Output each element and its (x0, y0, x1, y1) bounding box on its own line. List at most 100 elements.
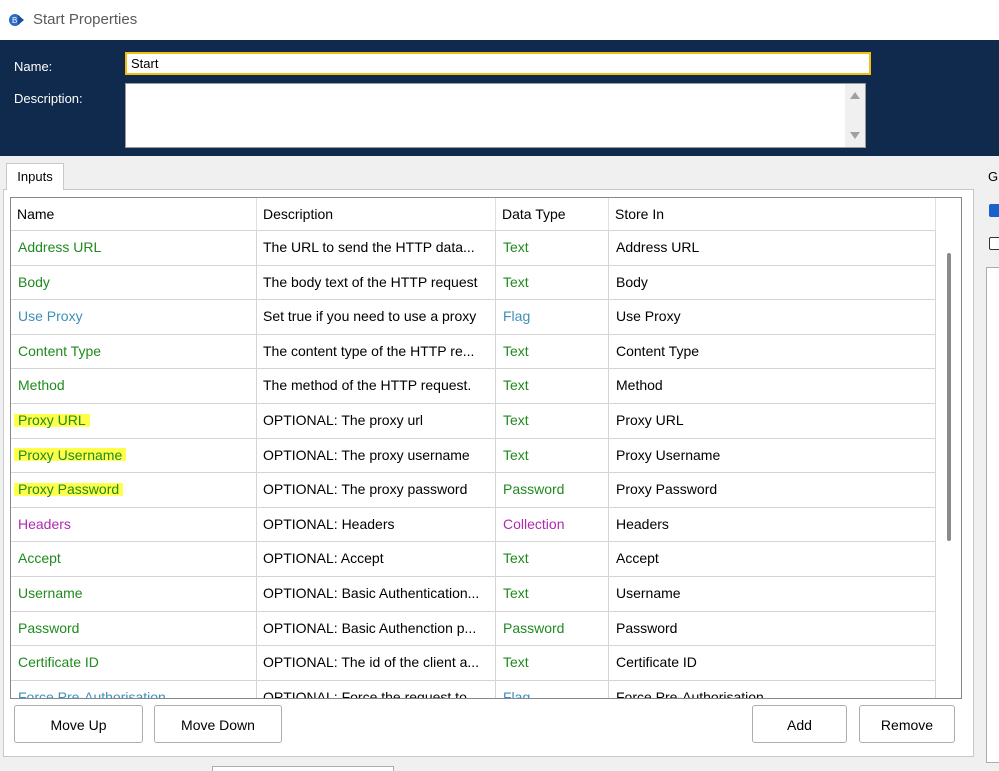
cell-store-in[interactable]: Content Type (609, 334, 936, 369)
cell-description[interactable]: OPTIONAL: Basic Authentication... (257, 576, 496, 611)
table-row[interactable]: Content Type The content type of the HTTP… (11, 334, 936, 370)
cell-store-in[interactable]: Certificate ID (609, 646, 936, 680)
scroll-up-icon[interactable] (850, 92, 860, 99)
tab-inputs[interactable]: Inputs (6, 163, 64, 190)
cell-data-type[interactable]: Password (496, 611, 609, 646)
cell-description-text: The body text of the HTTP request (263, 273, 478, 290)
cell-data-type[interactable]: Text (496, 334, 609, 369)
title-bar: B Start Properties (0, 0, 999, 40)
cell-store-in[interactable]: Body (609, 265, 936, 300)
description-field[interactable] (125, 83, 866, 148)
cell-name[interactable]: Method (11, 369, 257, 403)
right-list-box[interactable] (986, 267, 999, 763)
table-row[interactable]: Headers OPTIONAL: Headers Collection Header… (11, 507, 936, 543)
cell-data-type-text: Flag (503, 688, 531, 699)
table-row[interactable]: Address URL The URL to send the HTTP data… (11, 231, 936, 266)
cell-name[interactable]: Username (11, 576, 257, 611)
cell-description[interactable]: The content type of the HTTP re... (257, 334, 496, 369)
cell-description[interactable]: OPTIONAL: The id of the client a... (257, 646, 496, 680)
cell-description[interactable]: Set true if you need to use a proxy (257, 300, 496, 334)
cell-name[interactable]: Certificate ID (11, 646, 257, 680)
cell-store-in[interactable]: Method (609, 369, 936, 403)
checked-checkbox[interactable] (989, 204, 999, 217)
cell-name[interactable]: Password (11, 611, 257, 646)
grid-scrollbar[interactable] (937, 231, 961, 697)
cell-data-type[interactable]: Text (496, 231, 609, 265)
cell-description[interactable]: The URL to send the HTTP data... (257, 231, 496, 265)
cell-store-in[interactable]: Username (609, 576, 936, 611)
column-header-store-in[interactable]: Store In (609, 198, 936, 230)
cell-store-in[interactable]: Proxy Username (609, 438, 936, 473)
cell-description[interactable]: OPTIONAL: The proxy password (257, 473, 496, 507)
cell-name[interactable]: Body (11, 265, 257, 300)
move-down-button[interactable]: Move Down (154, 705, 282, 743)
table-row[interactable]: Certificate ID OPTIONAL: The id of the cl… (11, 646, 936, 681)
grid-scrollbar-thumb[interactable] (947, 253, 951, 541)
remove-button[interactable]: Remove (859, 705, 955, 743)
cell-store-in[interactable]: Address URL (609, 231, 936, 265)
cell-data-type[interactable]: Text (496, 542, 609, 576)
unchecked-checkbox[interactable] (989, 237, 999, 250)
scroll-down-icon[interactable] (850, 132, 860, 139)
move-up-button[interactable]: Move Up (14, 705, 143, 743)
column-header-data-type[interactable]: Data Type (496, 198, 609, 230)
cell-name[interactable]: Proxy Username (11, 438, 257, 473)
cell-store-in[interactable]: Password (609, 611, 936, 646)
cell-data-type[interactable]: Flag (496, 680, 609, 699)
cell-store-in[interactable]: Force Pre-Authorisation (609, 680, 936, 698)
cell-name-text: Accept (18, 550, 61, 567)
cell-name[interactable]: Headers (11, 507, 257, 542)
cell-store-in-text: Certificate ID (616, 654, 697, 671)
cell-description[interactable]: OPTIONAL: Headers (257, 507, 496, 542)
cell-data-type[interactable]: Password (496, 473, 609, 507)
cell-store-in[interactable]: Proxy URL (609, 403, 936, 438)
table-row[interactable]: Username OPTIONAL: Basic Authentication..… (11, 576, 936, 612)
description-scrollbar[interactable] (845, 84, 865, 147)
cell-store-in[interactable]: Accept (609, 542, 936, 576)
cell-store-in[interactable]: Headers (609, 507, 936, 542)
cell-name[interactable]: Use Proxy (11, 300, 257, 334)
add-button[interactable]: Add (752, 705, 847, 743)
column-header-name[interactable]: Name (11, 198, 257, 230)
cell-name-text: Proxy Username (14, 446, 127, 463)
table-row[interactable]: Method The method of the HTTP request. Tex… (11, 369, 936, 404)
cell-store-in[interactable]: Proxy Password (609, 473, 936, 507)
cell-data-type[interactable]: Text (496, 646, 609, 680)
cell-name[interactable]: Proxy Password (11, 473, 257, 507)
cell-description[interactable]: OPTIONAL: The proxy url (257, 403, 496, 438)
cell-description-text: OPTIONAL: The id of the client a... (263, 654, 480, 671)
table-row[interactable]: Use Proxy Set true if you need to use a p… (11, 300, 936, 335)
table-row[interactable]: Body The body text of the HTTP request Tex… (11, 265, 936, 301)
table-row[interactable]: Proxy Password OPTIONAL: The proxy passwo… (11, 473, 936, 508)
cell-description[interactable]: OPTIONAL: The proxy username (257, 438, 496, 473)
cell-data-type[interactable]: Flag (496, 300, 609, 334)
cell-description[interactable]: The method of the HTTP request. (257, 369, 496, 403)
cell-description[interactable]: The body text of the HTTP request (257, 265, 496, 300)
table-row[interactable]: Force Pre-Authorisation OPTIONAL: Force t… (11, 680, 936, 699)
cell-name[interactable]: Force Pre-Authorisation (11, 680, 257, 698)
cell-data-type[interactable]: Text (496, 265, 609, 300)
cell-data-type[interactable]: Text (496, 403, 609, 438)
table-row[interactable]: Proxy Username OPTIONAL: The proxy userna… (11, 438, 936, 474)
table-row[interactable]: Accept OPTIONAL: Accept Text Accept (11, 542, 936, 577)
cell-data-type[interactable]: Text (496, 576, 609, 611)
name-field[interactable]: Start (125, 52, 871, 75)
cell-name[interactable]: Accept (11, 542, 257, 576)
cell-name[interactable]: Proxy URL (11, 403, 257, 438)
cell-data-type[interactable]: Text (496, 438, 609, 473)
cell-name-text: Body (18, 273, 50, 290)
cell-store-in[interactable]: Use Proxy (609, 300, 936, 334)
cell-data-type[interactable]: Collection (496, 507, 609, 542)
table-row[interactable]: Proxy URL OPTIONAL: The proxy url Text Prox… (11, 403, 936, 439)
cell-description[interactable]: OPTIONAL: Force the request to... (257, 680, 496, 698)
cell-name[interactable]: Content Type (11, 334, 257, 369)
cell-data-type[interactable]: Text (496, 369, 609, 403)
cell-name[interactable]: Address URL (11, 231, 257, 265)
description-label: Description: (14, 91, 83, 106)
cell-data-type-text: Text (503, 377, 529, 394)
column-header-description[interactable]: Description (257, 198, 496, 230)
table-row[interactable]: Password OPTIONAL: Basic Authenction p...… (11, 611, 936, 647)
cell-description[interactable]: OPTIONAL: Basic Authenction p... (257, 611, 496, 646)
bottom-partial-control[interactable] (212, 766, 394, 771)
cell-description[interactable]: OPTIONAL: Accept (257, 542, 496, 576)
